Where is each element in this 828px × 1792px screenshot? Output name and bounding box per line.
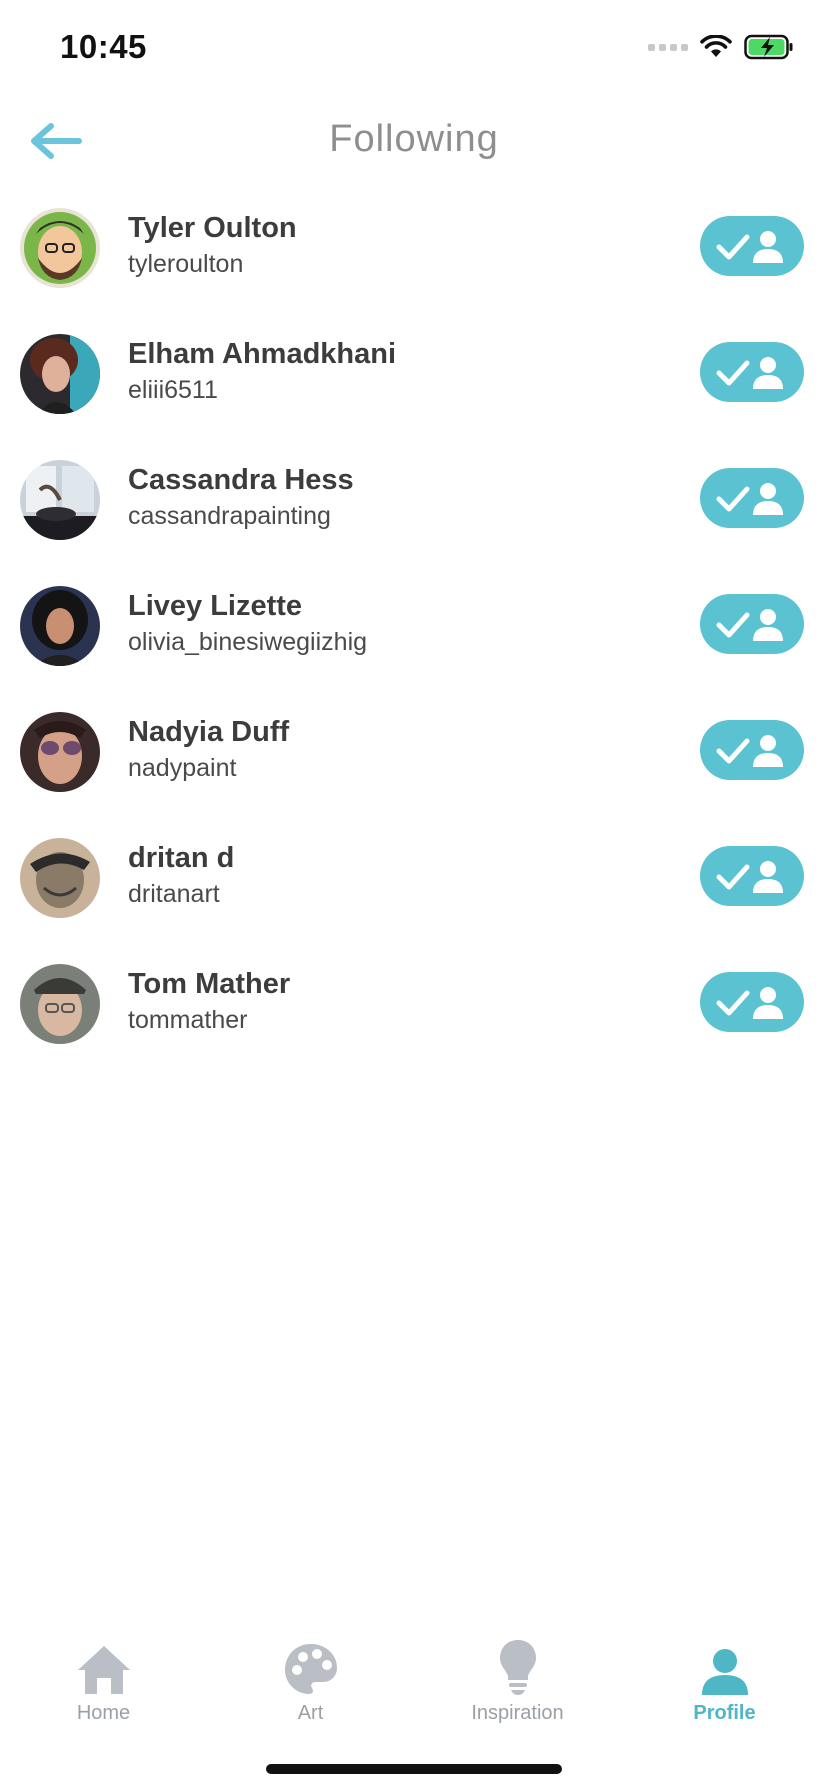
tab-art[interactable]: Art xyxy=(207,1620,414,1730)
tab-profile[interactable]: Profile xyxy=(621,1620,828,1730)
tab-inspiration[interactable]: Inspiration xyxy=(414,1620,621,1730)
user-handle: dritanart xyxy=(128,880,220,908)
list-item[interactable]: Cassandra Hess cassandrapainting xyxy=(0,452,828,578)
following-check-icon xyxy=(716,357,783,389)
tab-label: Home xyxy=(76,1702,131,1724)
following-toggle-button[interactable] xyxy=(700,594,804,654)
person-icon xyxy=(695,1638,755,1696)
avatar[interactable] xyxy=(20,334,100,414)
following-toggle-button[interactable] xyxy=(700,846,804,906)
avatar[interactable] xyxy=(20,964,100,1044)
tab-label: Inspiration xyxy=(471,1702,564,1724)
status-icons xyxy=(648,34,794,60)
list-item[interactable]: Elham Ahmadkhani eliii6511 xyxy=(0,326,828,452)
user-handle: olivia_binesiwegiizhig xyxy=(128,628,368,656)
following-toggle-button[interactable] xyxy=(700,972,804,1032)
list-item[interactable]: Livey Lizette olivia_binesiwegiizhig xyxy=(0,578,828,704)
following-toggle-button[interactable] xyxy=(700,342,804,402)
following-check-icon xyxy=(716,735,783,767)
user-name[interactable]: Cassandra Hess xyxy=(128,464,354,497)
following-toggle-button[interactable] xyxy=(700,216,804,276)
user-name[interactable]: dritan d xyxy=(128,842,234,875)
home-icon xyxy=(74,1638,134,1696)
following-check-icon xyxy=(716,483,783,515)
user-handle: cassandrapainting xyxy=(128,502,331,530)
status-bar: 10:45 xyxy=(0,0,828,100)
home-indicator[interactable] xyxy=(266,1764,562,1774)
following-check-icon xyxy=(716,861,783,893)
list-item[interactable]: Nadyia Duff nadypaint xyxy=(0,704,828,830)
user-name[interactable]: Elham Ahmadkhani xyxy=(128,338,396,371)
tab-home[interactable]: Home xyxy=(0,1620,207,1730)
following-check-icon xyxy=(716,231,783,263)
avatar[interactable] xyxy=(20,460,100,540)
user-handle: nadypaint xyxy=(128,754,237,782)
user-name[interactable]: Livey Lizette xyxy=(128,590,302,623)
lightbulb-icon xyxy=(488,1638,548,1696)
following-toggle-button[interactable] xyxy=(700,720,804,780)
list-item[interactable]: dritan d dritanart xyxy=(0,830,828,956)
following-list: Tyler Oulton tyleroulton Elham Ahmadkhan… xyxy=(0,200,828,1082)
tab-label: Profile xyxy=(693,1702,756,1724)
following-check-icon xyxy=(716,987,783,1019)
avatar[interactable] xyxy=(20,208,100,288)
avatar[interactable] xyxy=(20,838,100,918)
following-toggle-button[interactable] xyxy=(700,468,804,528)
cellular-signal-icon xyxy=(648,43,688,51)
page-title: Following xyxy=(329,118,499,160)
user-handle: tommather xyxy=(128,1006,248,1034)
avatar[interactable] xyxy=(20,586,100,666)
status-time: 10:45 xyxy=(60,28,147,65)
user-name[interactable]: Tom Mather xyxy=(128,968,290,1001)
nav-header: Following xyxy=(0,100,828,200)
user-handle: eliii6511 xyxy=(128,376,218,404)
tab-label: Art xyxy=(297,1702,324,1724)
user-name[interactable]: Nadyia Duff xyxy=(128,716,289,749)
following-check-icon xyxy=(716,609,783,641)
wifi-icon xyxy=(700,35,732,57)
user-handle: tyleroulton xyxy=(128,250,244,278)
tab-bar: Home Art Inspiration Profile xyxy=(0,1620,828,1730)
list-item[interactable]: Tom Mather tommather xyxy=(0,956,828,1082)
list-item[interactable]: Tyler Oulton tyleroulton xyxy=(0,200,828,326)
user-name[interactable]: Tyler Oulton xyxy=(128,212,297,245)
avatar[interactable] xyxy=(20,712,100,792)
palette-icon xyxy=(281,1638,341,1696)
battery-charging-icon xyxy=(744,34,793,60)
